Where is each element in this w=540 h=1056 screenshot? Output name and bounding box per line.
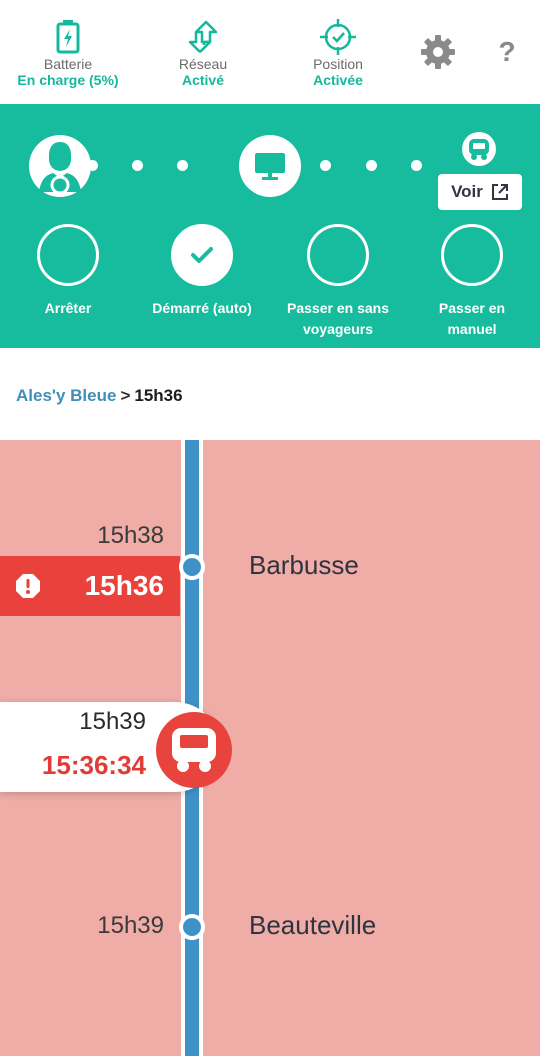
breadcrumb-separator: >: [120, 386, 131, 405]
route-timeline[interactable]: 15h38 15h36 Barbusse 15h39 15:36:34 15h3…: [0, 440, 540, 1056]
status-bar: Batterie En charge (5%) Réseau Activé Po…: [0, 0, 540, 104]
stop-name[interactable]: Beauteville: [249, 910, 376, 941]
terminal-step: [239, 135, 301, 197]
battery-charging-icon: [56, 20, 80, 54]
delay-alert: 15h36: [0, 556, 180, 616]
breadcrumb-time: 15h36: [134, 386, 183, 405]
gear-icon[interactable]: [420, 34, 456, 70]
voir-label: Voir: [451, 182, 483, 201]
action-started-label: Démarré (auto): [152, 300, 252, 316]
position-status: Position Activée: [268, 18, 408, 88]
progress-dot: [87, 160, 98, 171]
progress-dot: [411, 160, 422, 171]
action-no-passengers-ring[interactable]: [307, 224, 369, 286]
bus-icon: [172, 728, 216, 772]
battery-value: En charge (5%): [17, 72, 119, 88]
stop-scheduled-time: 15h38: [97, 522, 164, 549]
stop-name[interactable]: Barbusse: [249, 550, 359, 581]
breadcrumb-line[interactable]: Ales'y Bleue: [16, 386, 116, 405]
position-value: Activée: [313, 72, 363, 88]
progress-dot: [177, 160, 188, 171]
bus-marker[interactable]: [156, 712, 232, 788]
external-link-icon: [491, 184, 508, 200]
action-started[interactable]: Démarré (auto): [134, 224, 270, 319]
progress-dot: [366, 160, 377, 171]
stop-node[interactable]: [179, 554, 205, 580]
help-button[interactable]: ?: [494, 34, 520, 70]
action-stop-label: Arrêter: [44, 300, 92, 316]
action-stop-ring[interactable]: [37, 224, 99, 286]
battery-label: Batterie: [43, 56, 93, 72]
progress-dot: [320, 160, 331, 171]
service-panel: Voir Arrêter Démarré (auto) Passer en sa…: [0, 104, 540, 348]
position-label: Position: [313, 56, 363, 72]
delay-time: 15h36: [84, 570, 164, 601]
action-manual[interactable]: Passer en manuel: [414, 224, 530, 340]
network-arrows-icon: [188, 20, 218, 53]
alert-octagon-icon: [16, 574, 40, 598]
gps-target-icon: [320, 19, 356, 55]
stop-scheduled-time: 15h39: [97, 912, 164, 939]
progress-dot: [132, 160, 143, 171]
bus-scheduled-time: 15h39: [79, 708, 146, 735]
battery-status: Batterie En charge (5%): [0, 18, 138, 88]
action-manual-label: Passer en manuel: [438, 300, 506, 337]
action-no-passengers-label: Passer en sans voyageurs: [287, 300, 389, 337]
network-label: Réseau: [178, 56, 228, 72]
action-started-ring[interactable]: [171, 224, 233, 286]
bus-step: [462, 132, 496, 166]
breadcrumb: Ales'y Bleue >15h36: [0, 348, 540, 440]
driver-icon: [39, 142, 81, 192]
driver-step: [29, 135, 91, 197]
network-value: Activé: [181, 72, 225, 88]
bus-icon: [469, 139, 489, 160]
action-stop[interactable]: Arrêter: [0, 224, 136, 319]
action-no-passengers[interactable]: Passer en sans voyageurs: [270, 224, 406, 340]
check-icon: [191, 247, 213, 263]
bus-live-time: 15:36:34: [41, 750, 146, 780]
action-manual-ring[interactable]: [441, 224, 503, 286]
voir-button[interactable]: Voir: [438, 174, 522, 210]
network-status: Réseau Activé: [133, 18, 273, 88]
stop-node[interactable]: [179, 914, 205, 940]
monitor-icon: [255, 153, 285, 180]
